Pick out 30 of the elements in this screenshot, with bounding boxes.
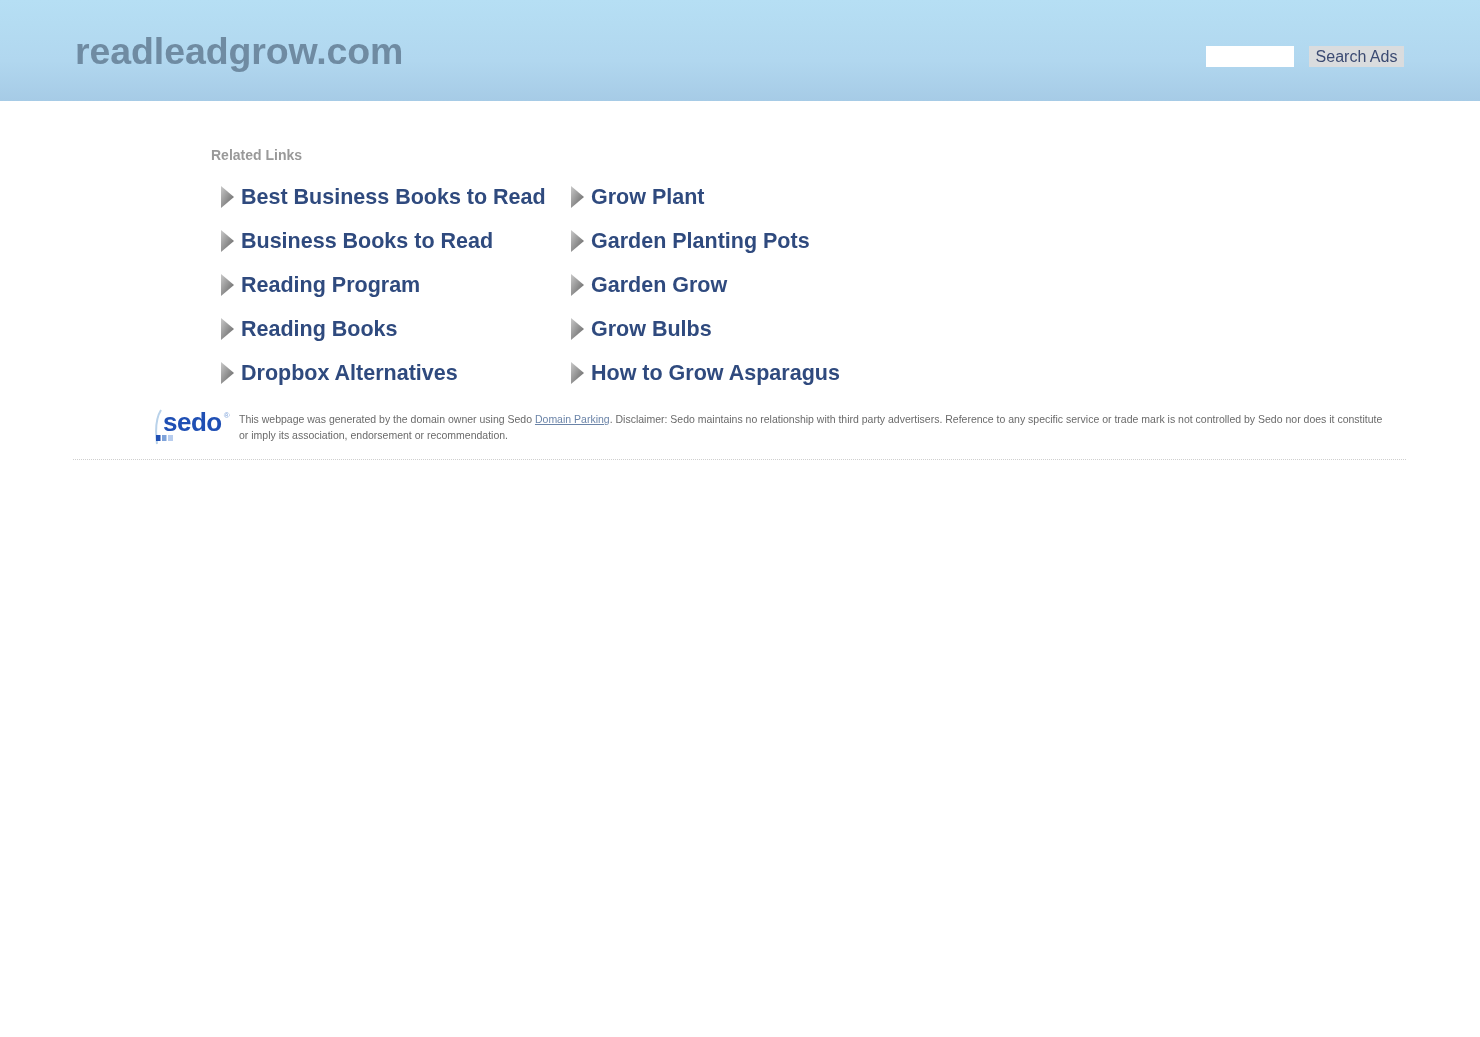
domain-parking-link[interactable]: Domain Parking (534, 413, 610, 425)
related-link[interactable]: Best Business Books to Read (241, 184, 546, 210)
squares-icon (156, 435, 173, 441)
related-link[interactable]: Business Books to Read (241, 228, 494, 254)
arc-icon (154, 409, 162, 445)
related-link[interactable]: Reading Program (241, 272, 421, 298)
triangle-arrow-icon (221, 274, 234, 296)
triangle-arrow-icon (571, 274, 584, 296)
related-link[interactable]: Reading Books (241, 316, 398, 342)
search-field[interactable] (1206, 46, 1294, 67)
triangle-arrow-icon (571, 362, 584, 384)
triangle-arrow-icon (221, 230, 234, 252)
related-link[interactable]: Grow Bulbs (591, 316, 712, 342)
related-link[interactable]: Dropbox Alternatives (241, 360, 458, 386)
triangle-arrow-icon (221, 362, 234, 384)
related-links-heading: Related Links (211, 146, 303, 164)
search-ads-button[interactable]: Search Ads (1309, 46, 1404, 67)
logo-text: sedo (163, 409, 222, 435)
related-link[interactable]: Garden Planting Pots (591, 228, 810, 254)
triangle-arrow-icon (221, 318, 234, 340)
registered-mark: ® (223, 411, 230, 421)
related-link[interactable]: Garden Grow (591, 272, 728, 298)
triangle-arrow-icon (571, 230, 584, 252)
triangle-arrow-icon (571, 318, 584, 340)
site-title: readleadgrow.com (75, 29, 404, 74)
disclaimer-text: This webpage was generated by the domain owner using Sedo Domain Parking. Disclaimer: Sedo maintains no relationship with third party advertisers. Reference to any specific service or trade mark is not controlled by Sedo nor does it constitute or imply its association, endorsement or recommendation. (239, 412, 1384, 443)
related-link[interactable]: How to Grow Asparagus (591, 360, 840, 386)
related-link[interactable]: Grow Plant (591, 184, 705, 210)
triangle-arrow-icon (571, 186, 584, 208)
triangle-arrow-icon (221, 186, 234, 208)
